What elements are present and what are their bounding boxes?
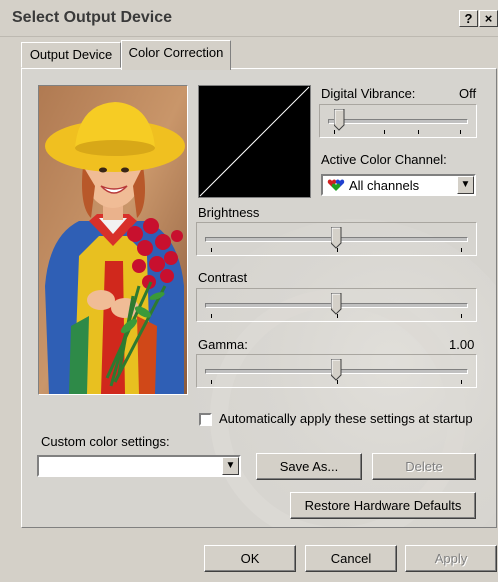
cancel-button[interactable]: Cancel bbox=[305, 545, 397, 572]
dropdown-button[interactable]: ▼ bbox=[222, 457, 239, 475]
close-icon: × bbox=[484, 11, 493, 26]
gamma-value: 1.00 bbox=[449, 337, 475, 352]
auto-apply-label[interactable]: Automatically apply these settings at st… bbox=[219, 411, 473, 426]
slider-tick bbox=[211, 314, 212, 318]
apply-label: Apply bbox=[434, 551, 468, 566]
ok-label: OK bbox=[240, 551, 260, 566]
auto-apply-checkbox[interactable] bbox=[199, 413, 212, 426]
restore-hardware-defaults-button[interactable]: Restore Hardware Defaults bbox=[290, 492, 476, 519]
slider-tick bbox=[461, 248, 462, 252]
chevron-down-icon: ▼ bbox=[460, 179, 471, 190]
window-title: Select Output Device bbox=[12, 9, 173, 26]
digital-vibrance-slider[interactable] bbox=[319, 104, 477, 138]
tab-output-device[interactable]: Output Device bbox=[21, 42, 121, 68]
gamma-label: Gamma: bbox=[198, 337, 248, 352]
contrast-slider[interactable] bbox=[196, 288, 477, 322]
active-color-channel-label: Active Color Channel: bbox=[321, 152, 447, 167]
slider-track bbox=[328, 119, 468, 124]
restore-hardware-defaults-label: Restore Hardware Defaults bbox=[304, 498, 462, 513]
tab-color-correction[interactable]: Color Correction bbox=[121, 40, 231, 70]
photo-woman-with-flowers bbox=[39, 86, 187, 394]
ok-button[interactable]: OK bbox=[204, 545, 296, 572]
slider-tick bbox=[461, 314, 462, 318]
save-as-button[interactable]: Save As... bbox=[256, 453, 362, 480]
rgb-hearts-icon bbox=[327, 179, 345, 191]
slider-tick bbox=[384, 130, 385, 134]
slider-thumb[interactable] bbox=[331, 293, 342, 315]
custom-color-settings-label: Custom color settings: bbox=[41, 434, 170, 449]
chevron-down-icon: ▼ bbox=[225, 460, 236, 471]
slider-tick bbox=[337, 248, 338, 252]
save-as-label: Save As... bbox=[279, 459, 339, 474]
sample-photo bbox=[38, 85, 188, 395]
slider-tick bbox=[418, 130, 419, 134]
slider-thumb[interactable] bbox=[334, 109, 345, 131]
color-curve-preview bbox=[198, 85, 311, 198]
dropdown-button[interactable]: ▼ bbox=[457, 176, 474, 194]
slider-tick bbox=[461, 380, 462, 384]
slider-tick bbox=[337, 380, 338, 384]
help-button[interactable]: ? bbox=[459, 10, 478, 27]
slider-tick bbox=[334, 130, 335, 134]
gamma-slider[interactable] bbox=[196, 354, 477, 388]
slider-tick bbox=[211, 248, 212, 252]
slider-thumb[interactable] bbox=[331, 359, 342, 381]
apply-button[interactable]: Apply bbox=[405, 545, 497, 572]
digital-vibrance-label: Digital Vibrance: bbox=[321, 86, 416, 101]
slider-tick bbox=[337, 314, 338, 318]
delete-label: Delete bbox=[405, 459, 443, 474]
active-color-channel-value: All channels bbox=[349, 178, 420, 193]
slider-thumb[interactable] bbox=[331, 227, 342, 249]
custom-color-settings-dropdown[interactable]: ▼ bbox=[37, 455, 241, 477]
slider-tick bbox=[460, 130, 461, 134]
close-button[interactable]: × bbox=[479, 10, 498, 27]
brightness-slider[interactable] bbox=[196, 222, 477, 256]
cancel-label: Cancel bbox=[330, 551, 372, 566]
digital-vibrance-value: Off bbox=[459, 86, 477, 101]
slider-tick bbox=[211, 380, 212, 384]
delete-button[interactable]: Delete bbox=[372, 453, 476, 480]
active-color-channel-dropdown[interactable]: All channels ▼ bbox=[321, 174, 476, 196]
brightness-label: Brightness bbox=[198, 205, 260, 220]
contrast-label: Contrast bbox=[198, 270, 248, 285]
